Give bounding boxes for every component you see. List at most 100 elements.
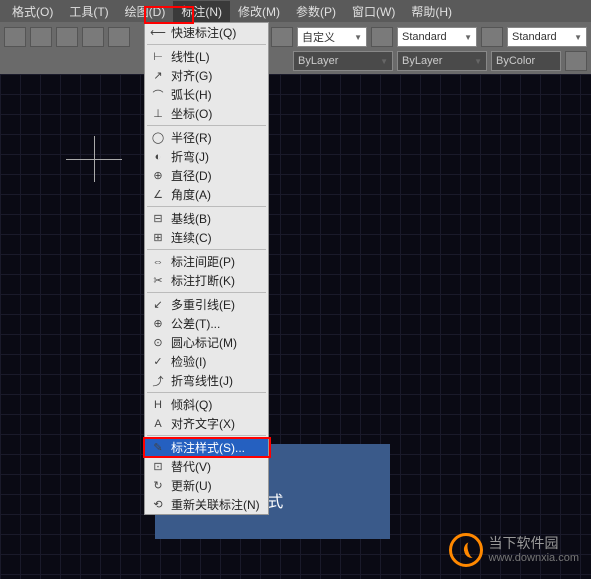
menu-item[interactable]: ↻更新(U) xyxy=(145,476,268,495)
toolbar-area: 自定义▼ Standard▼ Standard▼ ByLayer▼ ByLaye… xyxy=(0,22,591,74)
dropdown-bylayer1[interactable]: ByLayer▼ xyxy=(293,51,393,71)
chevron-down-icon: ▼ xyxy=(354,33,362,42)
menu-tools[interactable]: 工具(T) xyxy=(61,1,116,22)
menu-item-label: 直径(D) xyxy=(167,167,264,184)
menu-item[interactable]: A对齐文字(X) xyxy=(145,414,268,433)
menubar: 格式(O) 工具(T) 绘图(D) 标注(N) 修改(M) 参数(P) 窗口(W… xyxy=(0,0,591,22)
menu-item-label: 倾斜(Q) xyxy=(167,396,264,413)
menu-item[interactable]: ↗对齐(G) xyxy=(145,66,268,85)
chevron-down-icon: ▼ xyxy=(380,57,388,66)
menu-item-label: 折弯(J) xyxy=(167,148,264,165)
menu-item[interactable]: ⤴折弯线性(J) xyxy=(145,371,268,390)
menu-separator xyxy=(147,206,266,207)
menu-item[interactable]: ✎标注样式(S)... xyxy=(145,438,268,457)
menu-item[interactable]: ⊕公差(T)... xyxy=(145,314,268,333)
watermark-cn: 当下软件园 xyxy=(489,535,579,552)
menu-item-icon: ↻ xyxy=(149,478,167,494)
menu-item-icon: ⊥ xyxy=(149,106,167,122)
menu-item[interactable]: ⟵快速标注(Q) xyxy=(145,23,268,42)
menu-item[interactable]: ⊙圆心标记(M) xyxy=(145,333,268,352)
menu-modify[interactable]: 修改(M) xyxy=(230,1,288,22)
menu-item[interactable]: ∠角度(A) xyxy=(145,185,268,204)
menu-item-icon: ✂ xyxy=(149,273,167,289)
tool-btn[interactable] xyxy=(371,27,393,47)
menu-item-icon: ↙ xyxy=(149,297,167,313)
dropdown-custom[interactable]: 自定义▼ xyxy=(297,27,367,47)
menu-item[interactable]: ⊕直径(D) xyxy=(145,166,268,185)
menu-item-label: 检验(I) xyxy=(167,353,264,370)
menu-annotate[interactable]: 标注(N) xyxy=(173,1,230,22)
menu-item-icon: ✎ xyxy=(149,440,167,456)
menu-item[interactable]: ⇔标注间距(P) xyxy=(145,252,268,271)
tool-btn[interactable] xyxy=(108,27,130,47)
dropdown-bylayer2[interactable]: ByLayer▼ xyxy=(397,51,487,71)
tool-btn[interactable] xyxy=(481,27,503,47)
menu-item-icon: ◐ xyxy=(149,149,167,165)
menu-item[interactable]: ⊥坐标(O) xyxy=(145,104,268,123)
menu-item-label: 圆心标记(M) xyxy=(167,334,264,351)
tool-btn[interactable] xyxy=(565,51,587,71)
crosshair-vertical xyxy=(94,136,95,182)
menu-draw[interactable]: 绘图(D) xyxy=(117,1,174,22)
tool-btn[interactable] xyxy=(82,27,104,47)
menu-item-label: 基线(B) xyxy=(167,210,264,227)
menu-item-icon: ↗ xyxy=(149,68,167,84)
menu-item-label: 标注间距(P) xyxy=(167,253,264,270)
menu-window[interactable]: 窗口(W) xyxy=(344,1,403,22)
menu-item-icon: ⊞ xyxy=(149,230,167,246)
menu-item[interactable]: ⊞连续(C) xyxy=(145,228,268,247)
menu-item-icon: ⊕ xyxy=(149,316,167,332)
menu-separator xyxy=(147,44,266,45)
menu-item-icon: ⇔ xyxy=(149,254,167,270)
dropdown-standard1[interactable]: Standard▼ xyxy=(397,27,477,47)
menu-item-icon: A xyxy=(149,416,167,432)
menu-item-icon: ⊡ xyxy=(149,459,167,475)
menu-item-label: 折弯线性(J) xyxy=(167,372,264,389)
menu-item[interactable]: H倾斜(Q) xyxy=(145,395,268,414)
dropdown-standard2[interactable]: Standard▼ xyxy=(507,27,587,47)
menu-item-label: 对齐文字(X) xyxy=(167,415,264,432)
menu-item[interactable]: ⟲重新关联标注(N) xyxy=(145,495,268,514)
chevron-down-icon: ▼ xyxy=(574,33,582,42)
tool-btn[interactable] xyxy=(4,27,26,47)
menu-help[interactable]: 帮助(H) xyxy=(403,1,460,22)
menu-item-label: 弧长(H) xyxy=(167,86,264,103)
menu-item[interactable]: ↙多重引线(E) xyxy=(145,295,268,314)
menu-item[interactable]: ⊟基线(B) xyxy=(145,209,268,228)
tool-btn[interactable] xyxy=(30,27,52,47)
menu-item-label: 快速标注(Q) xyxy=(167,24,264,41)
menu-item-label: 线性(L) xyxy=(167,48,264,65)
menu-separator xyxy=(147,125,266,126)
menu-separator xyxy=(147,292,266,293)
menu-item-icon: ⊟ xyxy=(149,211,167,227)
menu-item-label: 多重引线(E) xyxy=(167,296,264,313)
menu-item-label: 标注样式(S)... xyxy=(167,439,264,456)
menu-item-label: 标注打断(K) xyxy=(167,272,264,289)
menu-item-icon: ⊙ xyxy=(149,335,167,351)
menu-item-label: 更新(U) xyxy=(167,477,264,494)
menu-params[interactable]: 参数(P) xyxy=(288,1,344,22)
menu-item-icon: ⟲ xyxy=(149,497,167,513)
menu-item[interactable]: ✓检验(I) xyxy=(145,352,268,371)
annotate-dropdown-menu: ⟵快速标注(Q)⊢线性(L)↗对齐(G)⌒弧长(H)⊥坐标(O)◯半径(R)◐折… xyxy=(144,22,269,515)
menu-item[interactable]: ⊡替代(V) xyxy=(145,457,268,476)
menu-format[interactable]: 格式(O) xyxy=(4,1,61,22)
menu-item-label: 替代(V) xyxy=(167,458,264,475)
menu-item-icon: ⊕ xyxy=(149,168,167,184)
menu-separator xyxy=(147,392,266,393)
menu-item-icon: ⊢ xyxy=(149,49,167,65)
menu-item-label: 连续(C) xyxy=(167,229,264,246)
menu-item[interactable]: ⊢线性(L) xyxy=(145,47,268,66)
dropdown-bycolor[interactable]: ByColor xyxy=(491,51,561,71)
menu-item[interactable]: ✂标注打断(K) xyxy=(145,271,268,290)
watermark-url: www.downxia.com xyxy=(489,552,579,565)
menu-item[interactable]: ◐折弯(J) xyxy=(145,147,268,166)
tool-btn[interactable] xyxy=(56,27,78,47)
menu-item-icon: ∠ xyxy=(149,187,167,203)
menu-item[interactable]: ◯半径(R) xyxy=(145,128,268,147)
menu-item-icon: H xyxy=(149,397,167,413)
menu-item[interactable]: ⌒弧长(H) xyxy=(145,85,268,104)
tool-btn[interactable] xyxy=(271,27,293,47)
chevron-down-icon: ▼ xyxy=(464,33,472,42)
menu-item-icon: ⌒ xyxy=(149,87,167,103)
